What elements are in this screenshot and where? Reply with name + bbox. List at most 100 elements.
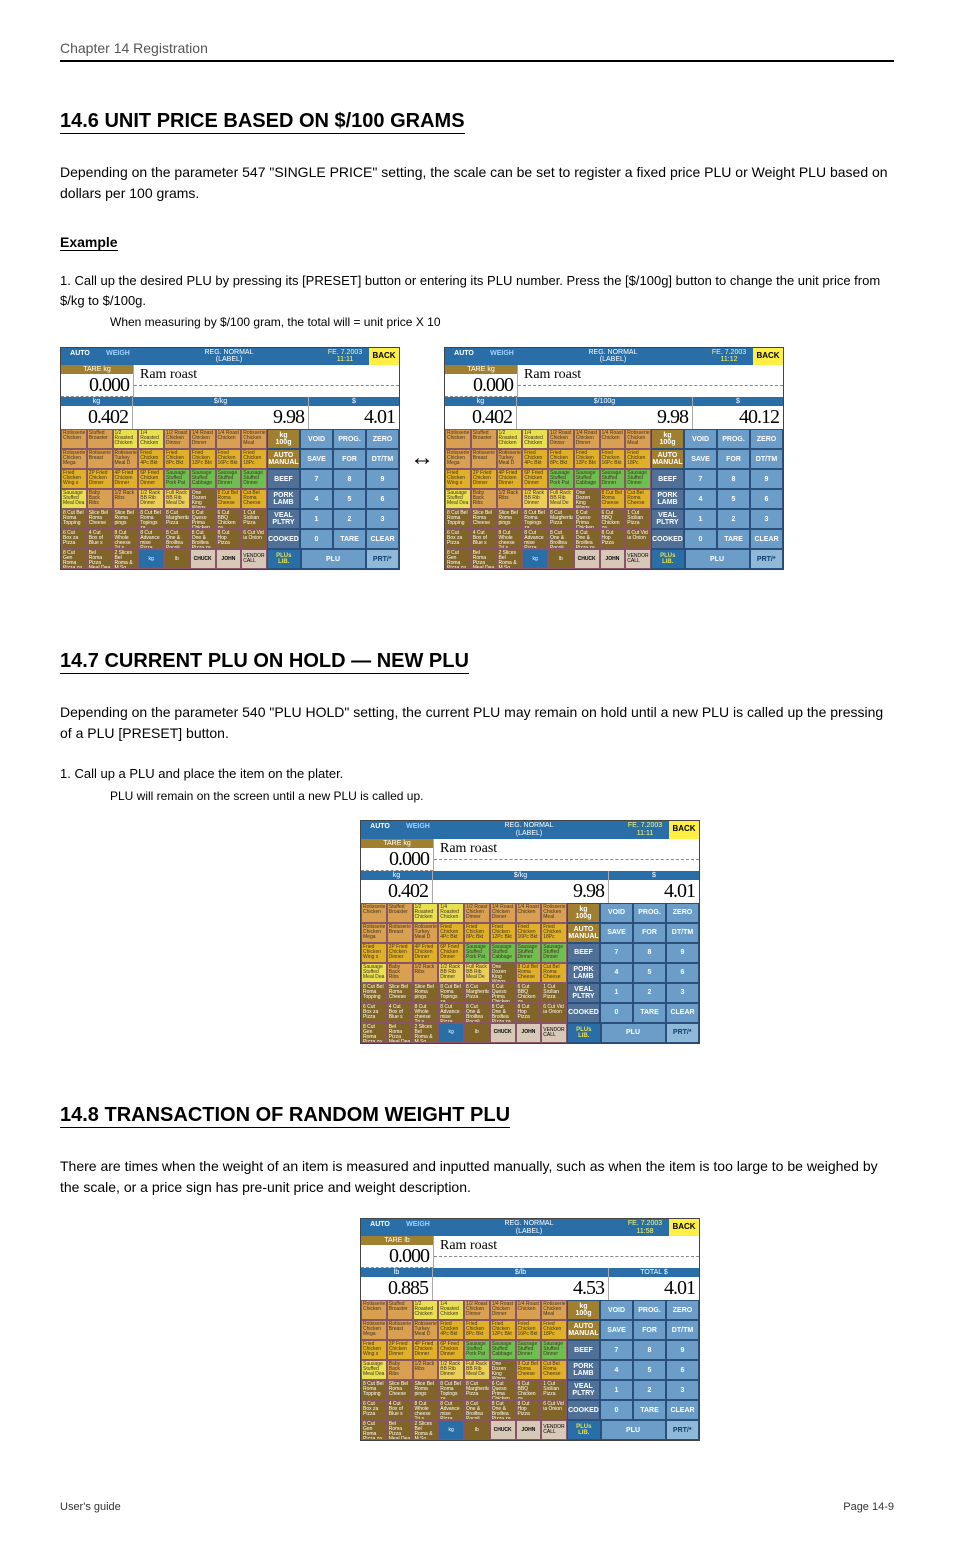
plu-preset-button[interactable]: Sausage Stuffed Dinner — [216, 469, 242, 489]
keypad-9[interactable]: 9 — [366, 469, 399, 489]
plu-preset-button[interactable]: 6 Cut Queso Prima Chicken — [490, 1380, 516, 1400]
plu-preset-button[interactable]: 8 Cut Bel Roma Cheese — [516, 1360, 542, 1380]
plu-preset-button[interactable]: 1/4 Roast Chicken Dinner — [490, 903, 516, 923]
category-cooked[interactable]: COOKED — [567, 1003, 600, 1023]
plu-preset-button[interactable]: 4P Fried Chicken Dinner — [113, 469, 139, 489]
plu-preset-button[interactable]: Sausage Stuffed Dinner — [516, 943, 542, 963]
tab-auto[interactable]: AUTO — [361, 1219, 399, 1236]
plu-preset-button[interactable]: Rotisserie Chicken Mega — [361, 923, 387, 943]
keypad-1[interactable]: 1 — [600, 983, 633, 1003]
keypad-1[interactable]: 1 — [600, 1380, 633, 1400]
clerk-chuck-button[interactable]: CHUCK — [490, 1023, 516, 1043]
back-button[interactable]: BACK — [669, 1219, 699, 1236]
plu-preset-button[interactable]: 8 Cut Hop Pizza — [516, 1003, 542, 1023]
plu-preset-button[interactable]: Rotisserie Breast — [87, 449, 113, 469]
plu-preset-button[interactable]: Full Rack BB Rib Meal De — [164, 489, 190, 509]
plu-preset-button[interactable]: Rotisserie Chicken Meal — [541, 1300, 567, 1320]
auto-manual-toggle[interactable]: AUTOMANUAL — [567, 1320, 600, 1340]
clear-button[interactable]: CLEAR — [366, 529, 399, 549]
plu-preset-button[interactable]: 4 Cut Box of Blue s — [387, 1003, 413, 1023]
print-button[interactable]: PRT/* — [666, 1023, 700, 1043]
keypad-7[interactable]: 7 — [300, 469, 333, 489]
plu-preset-button[interactable]: Slice Bel Roma pings — [413, 1380, 439, 1400]
keypad-0[interactable]: 0 — [684, 529, 717, 549]
plu-preset-button[interactable]: 8 Cut Bel Roma Topping — [361, 1380, 387, 1400]
keypad-9[interactable]: 9 — [666, 1340, 699, 1360]
plu-preset-button[interactable]: 1/4 Roast Chicken — [516, 903, 542, 923]
category-veal-poultry[interactable]: VEALPLTRY — [567, 983, 600, 1003]
plu-preset-button[interactable]: 1/2 Rack Ribs — [497, 489, 523, 509]
plu-preset-button[interactable]: 4P Fried Chicken Dinner — [413, 1340, 439, 1360]
prog-button[interactable]: PROG. — [717, 429, 750, 449]
plu-preset-button[interactable]: Slice Bel Roma Cheese — [387, 983, 413, 1003]
plu-preset-button[interactable]: Slice Bel Roma Cheese — [471, 509, 497, 529]
category-beef[interactable]: BEEF — [567, 943, 600, 963]
plu-preset-button[interactable]: Baby Back Ribs — [471, 489, 497, 509]
plu-preset-button[interactable]: Fried Chicken 18Pc — [241, 449, 267, 469]
keypad-6[interactable]: 6 — [366, 489, 399, 509]
keypad-5[interactable]: 5 — [633, 1360, 666, 1380]
unit-kg-button[interactable]: kg — [138, 549, 164, 569]
void-button[interactable]: VOID — [600, 1300, 633, 1320]
plu-preset-button[interactable]: One Dozen King Wings — [190, 489, 216, 509]
plu-preset-button[interactable]: Fried Chicken Wing s — [445, 469, 471, 489]
dttm-button[interactable]: DT/TM — [666, 923, 699, 943]
print-button[interactable]: PRT/* — [366, 549, 400, 569]
plu-preset-button[interactable]: Fried Chicken 12Pc Bkt — [190, 449, 216, 469]
plu-preset-button[interactable]: 1/2 Roast Chicken Dinner — [548, 429, 574, 449]
plu-preset-button[interactable]: 8 Cut One & Broiltea Pocoli — [464, 1003, 490, 1023]
tab-auto[interactable]: AUTO — [61, 348, 99, 365]
keypad-4[interactable]: 4 — [300, 489, 333, 509]
keypad-3[interactable]: 3 — [366, 509, 399, 529]
category-veal-poultry[interactable]: VEALPLTRY — [267, 509, 300, 529]
save-button[interactable]: SAVE — [300, 449, 333, 469]
void-button[interactable]: VOID — [684, 429, 717, 449]
plu-preset-button[interactable]: Rotisserie Chicken — [445, 429, 471, 449]
category-pork-lamb[interactable]: PORKLAMB — [567, 963, 600, 983]
plu-button[interactable]: PLU — [685, 549, 750, 569]
plu-preset-button[interactable]: One Dozen King Wings — [574, 489, 600, 509]
plu-preset-button[interactable]: 8 Cut One & Broiltea Pizza za — [574, 529, 600, 549]
plu-preset-button[interactable]: Sausage Stuffed Pork Pat — [548, 469, 574, 489]
prog-button[interactable]: PROG. — [633, 1300, 666, 1320]
plu-preset-button[interactable]: Baby Back Ribs — [387, 963, 413, 983]
kg-100g-toggle[interactable]: kg100g — [567, 903, 600, 923]
plu-preset-button[interactable]: Stuffed Broaster — [387, 1300, 413, 1320]
category-cooked[interactable]: COOKED — [567, 1400, 600, 1420]
plu-preset-button[interactable]: 1/4 Roast Chicken — [600, 429, 626, 449]
plu-preset-button[interactable]: Fried Chicken 16Pc Bkt — [516, 923, 542, 943]
plu-preset-button[interactable]: Baby Back Ribs — [87, 489, 113, 509]
save-button[interactable]: SAVE — [684, 449, 717, 469]
plu-preset-button[interactable]: 1 Cut Sicilian Pizza — [625, 509, 651, 529]
plu-preset-button[interactable]: Fried Chicken 4Pc Bkt — [438, 923, 464, 943]
plu-preset-button[interactable]: 1 Cut Sicilian Pizza — [541, 983, 567, 1003]
plu-preset-button[interactable]: Fried Chicken 16Pc Bkt — [216, 449, 242, 469]
plu-preset-button[interactable]: 8 Cut Margherita Pizza — [548, 509, 574, 529]
plu-button[interactable]: PLU — [601, 1023, 666, 1043]
plu-preset-button[interactable]: Sausage Stuffed Pork Pat — [464, 1340, 490, 1360]
tab-weigh[interactable]: WEIGH — [99, 348, 137, 365]
plu-preset-button[interactable]: 8 Cut Whole cheese Tri s — [113, 529, 139, 549]
print-button[interactable]: PRT/* — [666, 1420, 700, 1440]
unit-kg-button[interactable]: kg — [438, 1420, 464, 1440]
clerk-john-button[interactable]: JOHN — [216, 549, 242, 569]
plu-preset-button[interactable]: Bel Roma Pizza Meal Dea ls — [387, 1420, 413, 1440]
category-pork-lamb[interactable]: PORKLAMB — [567, 1360, 600, 1380]
keypad-9[interactable]: 9 — [666, 943, 699, 963]
plu-preset-button[interactable]: Sausage Stuffed Meal Dea — [361, 963, 387, 983]
plu-preset-button[interactable]: Fried Chicken 4Pc Bkt — [522, 449, 548, 469]
plu-preset-button[interactable]: 6 Cut Vid ia Onion — [625, 529, 651, 549]
back-button[interactable]: BACK — [669, 821, 699, 838]
plu-preset-button[interactable]: 8 Cut Bel Roma Cheese — [216, 489, 242, 509]
category-beef[interactable]: BEEF — [567, 1340, 600, 1360]
plu-button[interactable]: PLU — [601, 1420, 666, 1440]
plu-preset-button[interactable]: Fried Chicken 8Pc Bkt — [164, 449, 190, 469]
for-button[interactable]: FOR — [633, 1320, 666, 1340]
void-button[interactable]: VOID — [300, 429, 333, 449]
plu-preset-button[interactable]: Stuffed Broaster — [471, 429, 497, 449]
tare-button[interactable]: TARE — [633, 1400, 666, 1420]
category-beef[interactable]: BEEF — [651, 469, 684, 489]
tab-weigh[interactable]: WEIGH — [399, 1219, 437, 1236]
plu-preset-button[interactable]: Sausage Stuffed Dinner — [516, 1340, 542, 1360]
plu-preset-button[interactable]: Fried Chicken Wing s — [361, 1340, 387, 1360]
